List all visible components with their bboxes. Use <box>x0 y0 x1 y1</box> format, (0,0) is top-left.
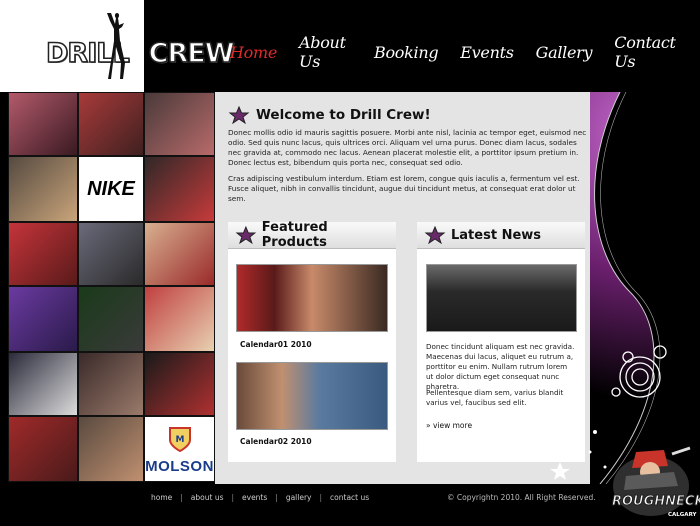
welcome-paragraph-2: Cras adipiscing vestibulum interdum. Eti… <box>228 174 580 203</box>
photo-tile[interactable] <box>78 222 144 286</box>
view-more-link[interactable]: » view more <box>426 421 472 430</box>
footer-separator: | <box>180 493 183 502</box>
latest-news-header: Latest News <box>417 222 585 249</box>
featured-products-header: Featured Products <box>228 220 396 250</box>
photo-tile[interactable] <box>78 92 144 156</box>
photo-tile[interactable] <box>8 222 78 286</box>
photo-tile[interactable] <box>144 286 215 352</box>
welcome-paragraph-1: Donec mollis odio id mauris sagittis pos… <box>228 128 587 167</box>
molson-logo-tile[interactable]: M MOLSON <box>144 416 215 482</box>
copyright-text: © Copyrightn 2010. All Right Reserved. <box>447 493 596 502</box>
photo-tile[interactable] <box>144 156 215 222</box>
news-image[interactable] <box>426 264 577 332</box>
product-image[interactable] <box>236 362 388 430</box>
footer-link-about-us[interactable]: about us <box>191 493 224 502</box>
footer-link-home[interactable]: home <box>151 493 172 502</box>
photo-tile[interactable] <box>144 92 215 156</box>
roughnecks-logo-subtext: CALGARY <box>668 512 697 518</box>
star-icon <box>228 106 250 124</box>
photo-tile[interactable] <box>8 416 78 482</box>
photo-tile[interactable] <box>144 352 215 416</box>
photo-tile[interactable] <box>8 286 78 352</box>
photo-tile[interactable] <box>8 156 78 222</box>
featured-products-title: Featured Products <box>261 220 328 250</box>
logo[interactable]: DRILL CREW <box>45 13 235 79</box>
photo-grid: NIKE M MOLSON <box>8 92 215 482</box>
footer-link-gallery[interactable]: gallery <box>286 493 312 502</box>
molson-logo: MOLSON <box>145 458 214 475</box>
nav-booking[interactable]: Booking <box>374 43 439 62</box>
welcome-title: Welcome to Drill Crew! <box>256 107 431 123</box>
photo-tile[interactable] <box>78 352 144 416</box>
logo-text-right: CREW <box>148 37 235 70</box>
product-caption[interactable]: Calendar01 2010 <box>240 340 312 349</box>
footer-separator: | <box>319 493 323 502</box>
news-paragraph-1: Donec tincidunt aliquam est nec gravida.… <box>426 342 575 391</box>
nav-home[interactable]: Home <box>230 43 277 62</box>
footer-separator: | <box>275 493 278 502</box>
star-icon <box>235 226 257 244</box>
news-paragraph-2: Pellentesque diam sem, varius blandit va… <box>426 388 564 407</box>
footer-separator: | <box>231 493 235 502</box>
nav-gallery[interactable]: Gallery <box>536 43 593 62</box>
star-icon <box>424 226 446 244</box>
featured-products-box: Featured Products Calendar01 2010 Calend… <box>228 220 396 462</box>
molson-crest-icon: M <box>168 427 191 452</box>
nike-logo-tile[interactable]: NIKE <box>78 156 144 222</box>
footer-link-events[interactable]: events <box>242 493 267 502</box>
photo-tile[interactable] <box>144 222 215 286</box>
nav-about-us[interactable]: About Us <box>299 33 352 71</box>
nav-contact-us[interactable]: Contact Us <box>614 33 678 71</box>
roughnecks-logo-text: ROUGHNECKS <box>612 494 700 510</box>
footer-nav: home | about us | events | gallery | contact… <box>151 493 369 502</box>
svg-text:M: M <box>175 435 184 445</box>
product-caption[interactable]: Calendar02 2010 <box>240 437 312 446</box>
welcome-heading: Welcome to Drill Crew! <box>228 106 431 124</box>
footer-link-contact-us[interactable]: contact us <box>330 493 369 502</box>
product-image[interactable] <box>236 264 388 332</box>
main-nav: Home About Us Booking Events Gallery Con… <box>230 33 700 71</box>
dancer-silhouette-icon <box>107 13 125 79</box>
photo-tile[interactable] <box>8 92 78 156</box>
latest-news-title: Latest News <box>451 227 542 243</box>
latest-news-box: Latest News Donec tincidunt aliquam est … <box>417 222 585 462</box>
nav-events[interactable]: Events <box>460 43 514 62</box>
photo-tile[interactable] <box>8 352 78 416</box>
photo-tile[interactable] <box>78 416 144 482</box>
nike-logo: NIKE <box>87 177 135 200</box>
page: DRILL CREW Home About Us Booking Events … <box>0 0 700 526</box>
photo-tile[interactable] <box>78 286 144 352</box>
